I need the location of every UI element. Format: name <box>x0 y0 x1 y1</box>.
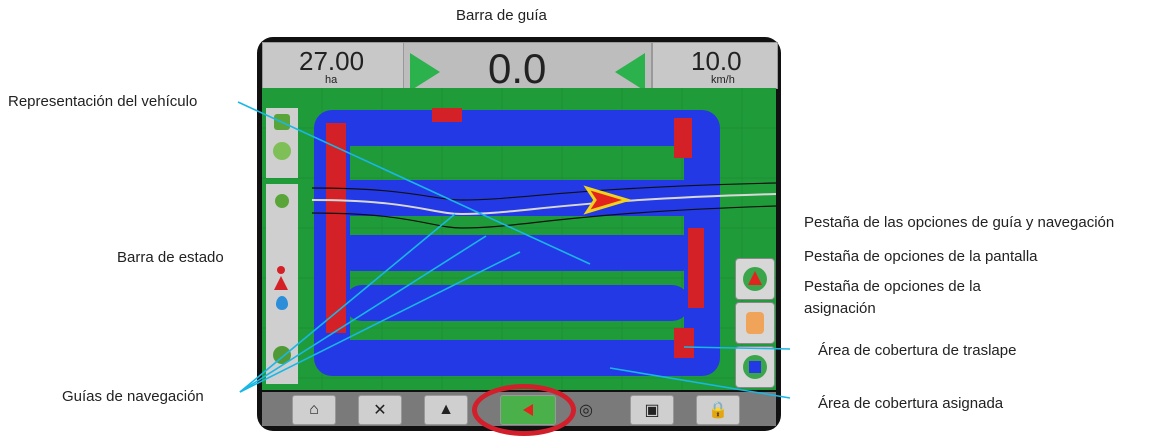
label-guidance-bar: Barra de guía <box>456 7 547 24</box>
speed-box: 10.0 km/h <box>652 42 778 89</box>
guidance-options-tab[interactable] <box>735 258 775 300</box>
coverage-map <box>262 88 776 390</box>
applied-coverage <box>314 110 720 376</box>
chat-icon[interactable]: ▣ <box>630 395 674 425</box>
tilt-status-icon <box>273 346 291 364</box>
area-box: 27.00 ha <box>262 42 404 89</box>
rate-drop-icon <box>276 296 288 310</box>
status-bar-top <box>266 108 298 178</box>
label-status-bar: Barra de estado <box>117 249 224 266</box>
steer-right-arrow-icon <box>410 53 440 91</box>
label-overlap-area: Área de cobertura de traslape <box>818 342 1017 359</box>
steering-status-icon <box>275 194 289 208</box>
label-guide-nav-tab: Pestaña de las opciones de guía y navega… <box>804 214 1115 231</box>
label-applied-area: Área de cobertura asignada <box>818 395 1004 412</box>
label-vehicle: Representación del vehículo <box>8 93 198 110</box>
area-unit: ha <box>325 74 338 86</box>
offline-distance: 0.0 <box>488 45 547 92</box>
guidance-arrow-icon <box>743 267 767 291</box>
boom-status-icon <box>277 266 285 274</box>
map-view[interactable] <box>262 88 776 390</box>
label-screen-tab: Pestaña de opciones de la pantalla <box>804 248 1038 265</box>
label-mapping-tab-2: asignación <box>804 300 876 317</box>
gnss-status-icon <box>274 114 290 130</box>
label-nav-guides: Guías de navegación <box>62 388 204 405</box>
lock-icon[interactable]: 🔒 <box>696 395 740 425</box>
tools-icon[interactable]: ✕ <box>358 395 402 425</box>
home-icon[interactable]: ⌂ <box>292 395 336 425</box>
mapping-icon <box>743 355 767 379</box>
label-mapping-tab-1: Pestaña de opciones de la <box>804 278 981 295</box>
steer-left-arrow-icon <box>615 53 645 91</box>
implement-icon <box>274 276 288 290</box>
speed-value: 10.0 <box>691 46 742 76</box>
hand-icon <box>746 312 764 334</box>
screen-options-tab[interactable] <box>735 302 775 344</box>
status-bar <box>266 184 298 384</box>
speed-unit: km/h <box>711 74 735 86</box>
section-status-icon <box>273 142 291 160</box>
mapping-options-tab[interactable] <box>735 346 775 388</box>
highlight-circle <box>472 384 576 436</box>
area-value: 27.00 <box>299 46 365 76</box>
field-icon[interactable]: ▲ <box>424 395 468 425</box>
